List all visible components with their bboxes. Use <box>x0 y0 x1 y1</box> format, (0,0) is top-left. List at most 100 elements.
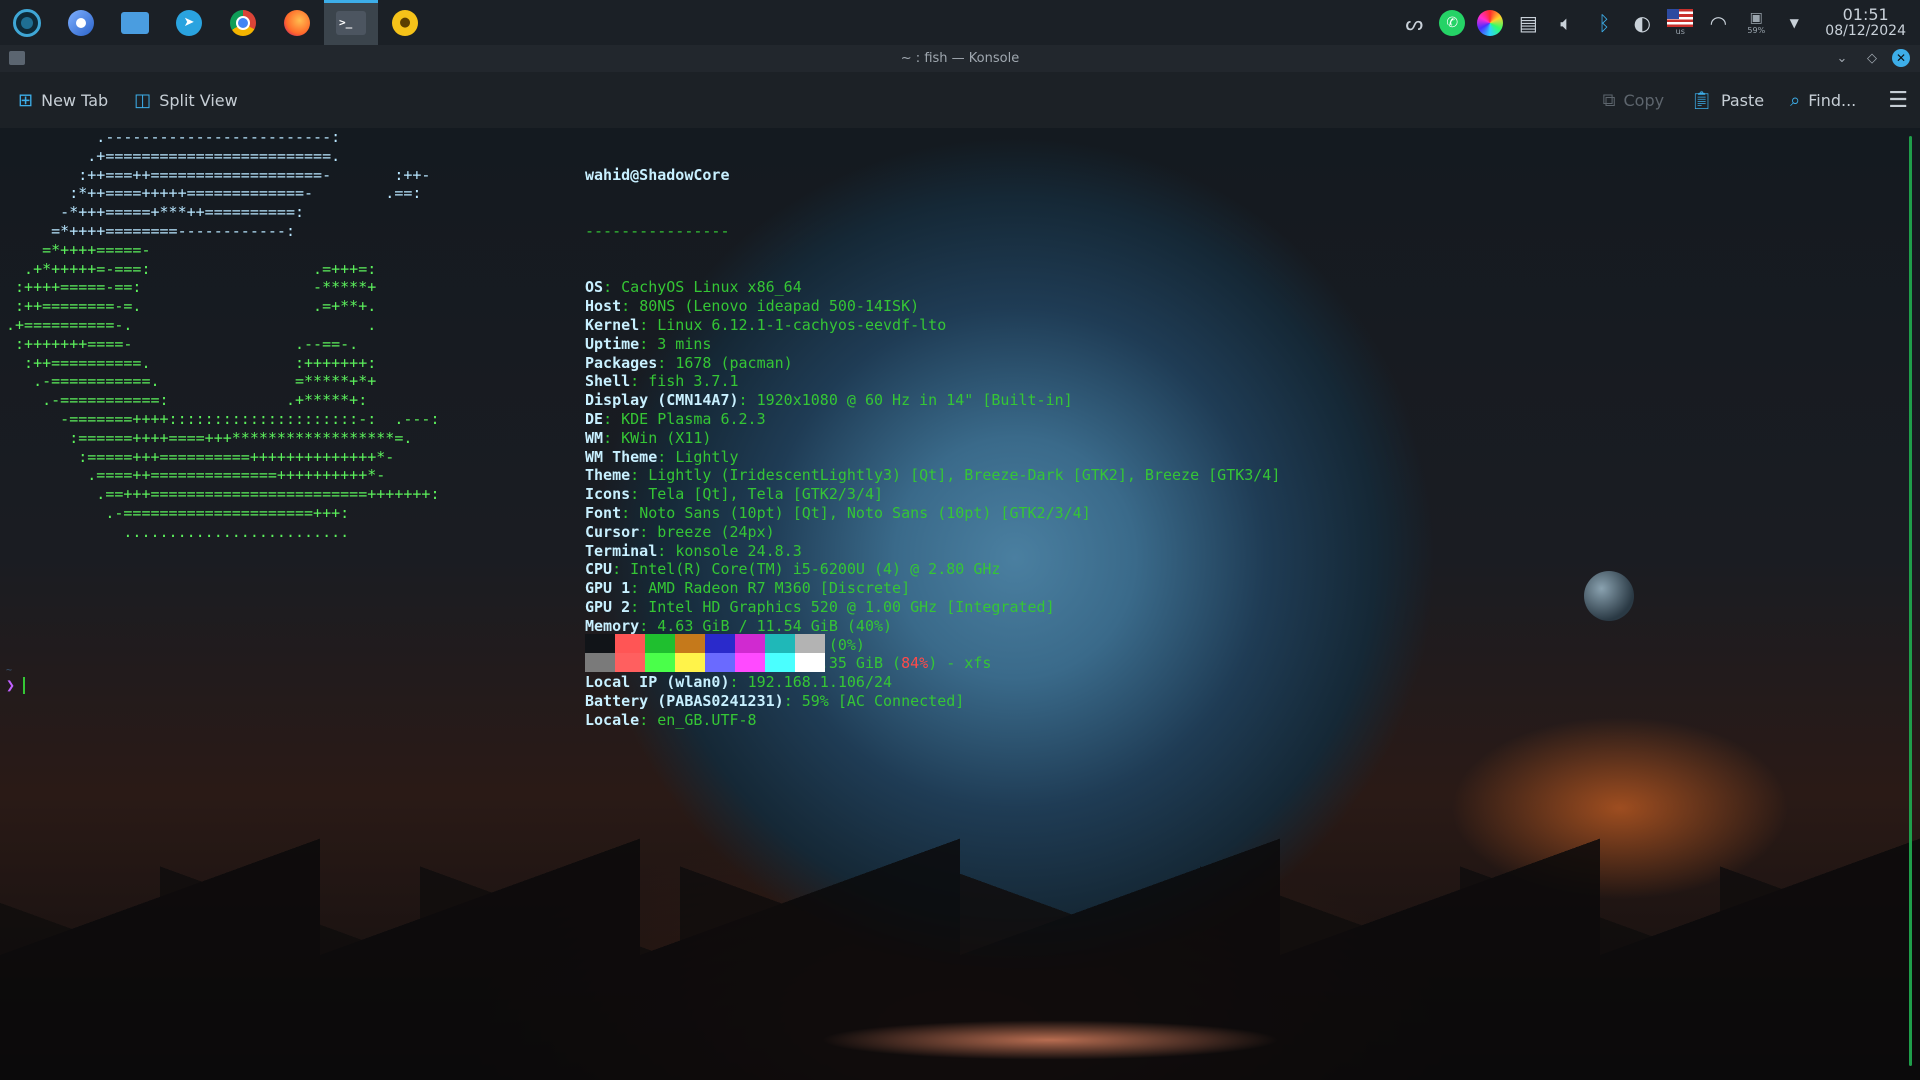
logo-line: .+*+++++=-===: .=+++=: <box>6 259 377 278</box>
wallpaper-moon <box>1584 571 1634 621</box>
window-title: ~ : fish — Konsole <box>900 51 1020 66</box>
find-button[interactable]: ⌕ Find... <box>1790 90 1856 111</box>
info-line: GPU 2: Intel HD Graphics 520 @ 1.00 GHz … <box>585 598 1280 617</box>
info-key: Memory <box>585 616 640 635</box>
split-view-button[interactable]: ◫ Split View <box>134 90 238 111</box>
logo-line: .-=====================+++: <box>6 503 350 522</box>
info-value: KWin (X11) <box>621 428 712 447</box>
info-line: WM Theme: Lightly <box>585 448 1280 467</box>
info-colon: : <box>630 466 649 485</box>
taskbar-files[interactable] <box>108 0 162 45</box>
clock-date: 08/12/2024 <box>1825 22 1906 39</box>
palette-swatch <box>795 634 825 653</box>
info-colon: : <box>729 673 748 692</box>
info-colon: : <box>639 710 658 729</box>
info-value: 192.168.1.106/24 <box>747 673 893 692</box>
tray-bluetooth[interactable]: ᛒ <box>1585 0 1623 45</box>
info-line: Locale: en_GB.UTF-8 <box>585 711 1280 730</box>
info-line: CPU: Intel(R) Core(TM) i5-6200U (4) @ 2.… <box>585 560 1280 579</box>
logo-line: -=======++++:::::::::::::::::::::-: .---… <box>6 409 440 428</box>
tray-color-picker[interactable] <box>1471 0 1509 45</box>
toolbar-right: ⧉ Copy 📋︎ Paste ⌕ Find... ☰ <box>1603 88 1908 113</box>
tray-battery[interactable]: ▣ 59% <box>1737 0 1775 45</box>
info-key: Icons <box>585 485 631 504</box>
palette-swatch <box>735 653 765 672</box>
tray-kdeconnect[interactable]: ᔕ <box>1395 0 1433 45</box>
new-tab-label: New Tab <box>41 90 109 110</box>
find-label: Find... <box>1808 90 1857 110</box>
taskbar-chrome[interactable] <box>216 0 270 45</box>
copy-button[interactable]: ⧉ Copy <box>1603 90 1664 111</box>
maximize-button[interactable]: ◇ <box>1862 48 1882 68</box>
palette-swatch <box>705 634 735 653</box>
info-colon: : <box>657 541 676 560</box>
info-value: 84% <box>901 654 929 673</box>
info-value: KDE Plasma 6.2.3 <box>621 409 766 428</box>
toolbar-left: ⊞ New Tab ◫ Split View <box>18 90 238 111</box>
taskbar-yellow-app[interactable]: ● <box>378 0 432 45</box>
hamburger-menu-icon[interactable]: ☰ <box>1888 88 1908 113</box>
tray-volume[interactable]: 🔈︎ <box>1547 0 1585 45</box>
tray-clipboard[interactable]: ▤ <box>1509 0 1547 45</box>
close-icon: ✕ <box>1895 51 1907 65</box>
folder-icon <box>121 11 149 34</box>
info-value: 4.63 GiB / 11.54 GiB (40%) <box>657 616 893 635</box>
palette-swatch <box>765 634 795 653</box>
palette-swatch <box>765 653 795 672</box>
logo-line: :++========-=. .=+**+. <box>6 297 377 316</box>
new-tab-icon: ⊞ <box>18 89 34 111</box>
info-key: WM <box>585 428 604 447</box>
battery-percent: 59% <box>1747 26 1766 35</box>
info-value: Linux 6.12.1-1-cachyos-eevdf-lto <box>657 315 947 334</box>
info-value: 1678 (pacman) <box>675 353 793 372</box>
taskbar-telegram[interactable]: ➤ <box>162 0 216 45</box>
taskbar-firefox[interactable] <box>270 0 324 45</box>
taskbar-launcher[interactable] <box>0 0 54 45</box>
minimize-button[interactable]: ⌄ <box>1832 48 1852 68</box>
telegram-icon: ➤ <box>176 9 202 36</box>
system-tray: ᔕ ✆ ▤ 🔈︎ ᛒ ◐ us ◠ ▣ 59% ▼ 01:51 08/12/20… <box>1395 0 1920 45</box>
taskbar-konsole[interactable]: >_ <box>324 0 378 45</box>
info-line: Terminal: konsole 24.8.3 <box>585 542 1280 561</box>
shell-prompt[interactable]: ❯ <box>6 676 26 695</box>
taskbar: ➤ >_ ● ᔕ ✆ ▤ 🔈︎ ᛒ ◐ us ◠ ▣ 59% ▼ 01:51 0… <box>0 0 1920 45</box>
close-button[interactable]: ✕ <box>1892 49 1910 67</box>
tray-expand[interactable]: ▼ <box>1775 0 1813 45</box>
tray-keyboard-layout[interactable]: us <box>1661 0 1699 45</box>
konsole-toolbar: ⊞ New Tab ◫ Split View ⧉ Copy 📋︎ Paste ⌕… <box>0 72 1920 128</box>
logo-line: =*++++========------------: <box>6 221 295 240</box>
browser-icon <box>68 9 94 36</box>
bluetooth-icon: ᛒ <box>1598 10 1611 35</box>
info-key: Cursor <box>585 522 640 541</box>
paste-label: Paste <box>1720 90 1765 110</box>
info-colon: : <box>621 297 640 316</box>
clipboard-icon: ▤ <box>1518 10 1538 35</box>
info-value: 3 mins <box>657 334 712 353</box>
info-value: Noto Sans (10pt) [Qt], Noto Sans (10pt) … <box>639 503 1091 522</box>
window-titlebar[interactable]: ~ : fish — Konsole ⌄ ◇ ✕ <box>0 45 1920 72</box>
new-tab-button[interactable]: ⊞ New Tab <box>18 90 108 111</box>
info-colon: : <box>639 334 658 353</box>
info-key: Terminal <box>585 541 658 560</box>
info-line: GPU 1: AMD Radeon R7 M360 [Discrete] <box>585 579 1280 598</box>
taskbar-browser[interactable] <box>54 0 108 45</box>
info-colon: : <box>603 428 622 447</box>
info-key: OS <box>585 278 604 297</box>
tray-brightness[interactable]: ◐ <box>1623 0 1661 45</box>
info-line: Shell: fish 3.7.1 <box>585 372 1280 391</box>
brightness-icon: ◐ <box>1633 10 1652 35</box>
whatsapp-icon: ✆ <box>1439 9 1466 36</box>
info-line: Kernel: Linux 6.12.1-1-cachyos-eevdf-lto <box>585 316 1280 335</box>
info-value: Intel HD Graphics 520 @ 1.00 GHz [Integr… <box>648 597 1055 616</box>
info-value: 1920x1080 @ 60 Hz in 14" [Built-in] <box>756 391 1073 410</box>
info-line: Display (CMN14A7): 1920x1080 @ 60 Hz in … <box>585 391 1280 410</box>
terminal-view[interactable]: .-------------------------: .+==========… <box>0 128 1920 1080</box>
clock[interactable]: 01:51 08/12/2024 <box>1825 6 1906 39</box>
tray-whatsapp[interactable]: ✆ <box>1433 0 1471 45</box>
split-view-label: Split View <box>159 90 238 110</box>
tray-wifi[interactable]: ◠ <box>1699 0 1737 45</box>
paste-button[interactable]: 📋︎ Paste <box>1690 90 1764 111</box>
chevron-down-icon: ▼ <box>1789 15 1799 30</box>
window-menu-icon[interactable] <box>9 51 25 65</box>
terminal-scrollbar[interactable] <box>1909 136 1912 1066</box>
